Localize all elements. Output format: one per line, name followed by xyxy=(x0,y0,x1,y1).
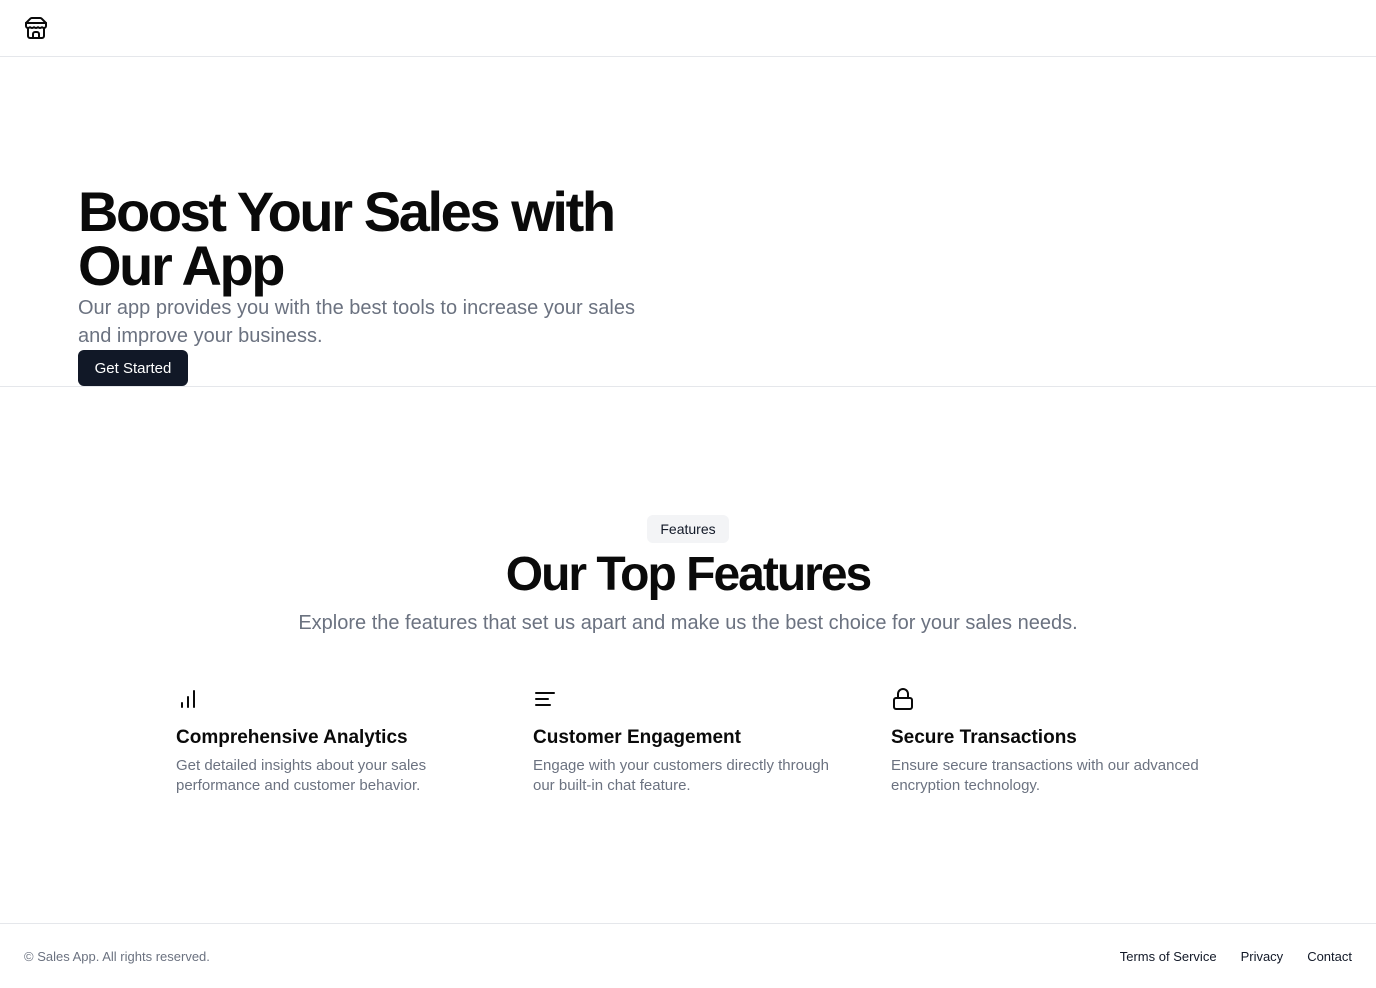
feature-card-analytics: Comprehensive Analytics Get detailed ins… xyxy=(176,687,506,796)
contact-link[interactable]: Contact xyxy=(1307,948,1352,966)
align-left-icon xyxy=(535,692,555,706)
hero-subtitle: Our app provides you with the best tools… xyxy=(78,297,635,347)
feature-title: Secure Transactions xyxy=(891,727,1077,748)
hero-section: Boost Your Sales with Our App Our app pr… xyxy=(0,57,1376,387)
features-badge: Features xyxy=(647,515,729,543)
get-started-button[interactable]: Get Started xyxy=(78,350,188,386)
features-subtitle: Explore the features that set us apart a… xyxy=(298,612,1078,634)
feature-description: Ensure secure transactions with our adva… xyxy=(891,757,1199,794)
feature-card-engagement: Customer Engagement Engage with your cus… xyxy=(533,687,863,796)
lock-icon xyxy=(893,688,913,710)
terms-of-service-link[interactable]: Terms of Service xyxy=(1120,948,1217,966)
feature-title: Comprehensive Analytics xyxy=(176,727,408,748)
site-header xyxy=(0,0,1376,57)
features-title: Our Top Features xyxy=(505,548,873,601)
bar-chart-icon xyxy=(181,690,195,708)
feature-description: Get detailed insights about your sales p… xyxy=(176,757,427,794)
feature-description: Engage with your customers directly thro… xyxy=(533,757,829,794)
footer-nav: Terms of Service Privacy Contact xyxy=(1120,948,1352,966)
features-section: Features Our Top Features Explore the fe… xyxy=(0,387,1376,923)
privacy-link[interactable]: Privacy xyxy=(1241,948,1284,966)
store-icon[interactable] xyxy=(24,16,48,40)
site-footer: © Sales App. All rights reserved. Terms … xyxy=(0,923,1376,988)
feature-card-security: Secure Transactions Ensure secure transa… xyxy=(891,687,1221,796)
feature-title: Customer Engagement xyxy=(533,727,741,748)
copyright-text: © Sales App. All rights reserved. xyxy=(24,949,210,964)
hero-title: Boost Your Sales with Our App xyxy=(78,180,616,297)
